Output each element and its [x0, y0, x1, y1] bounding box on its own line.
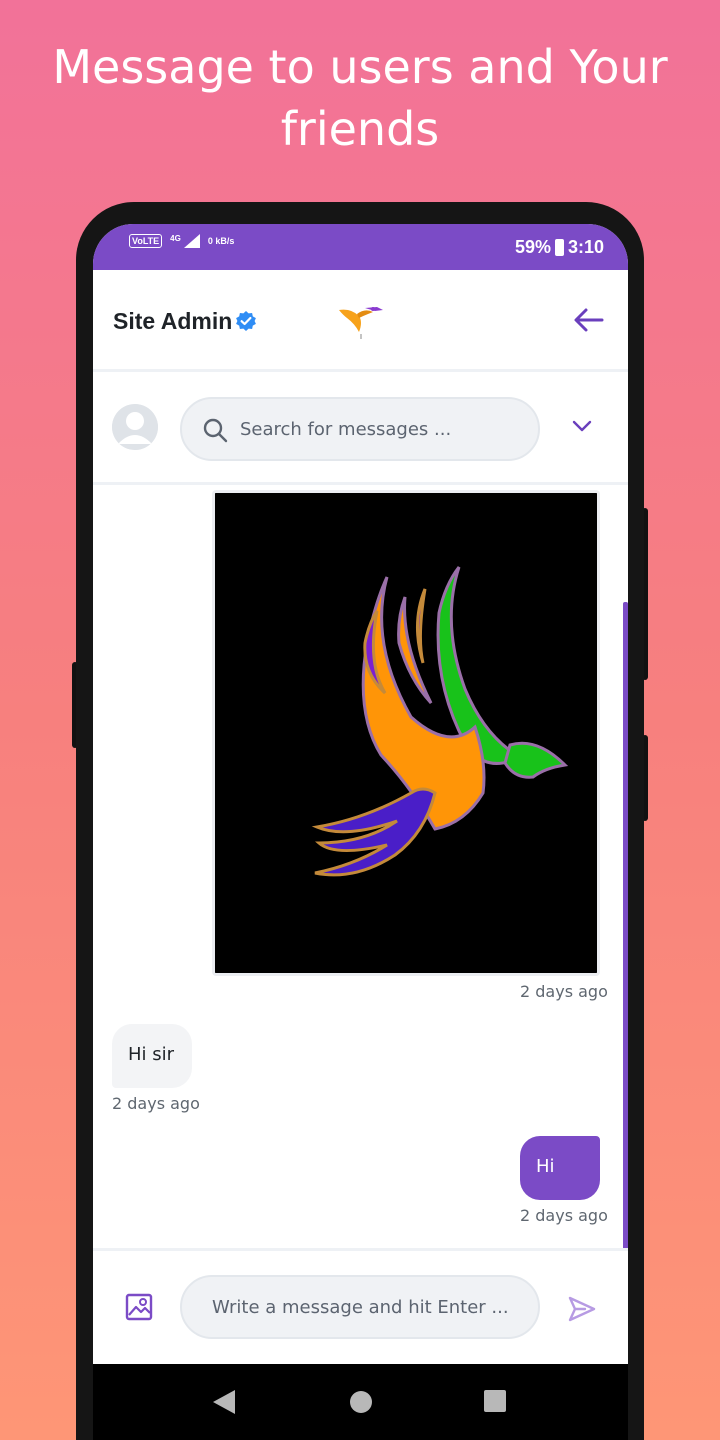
nav-recents-icon[interactable]	[484, 1390, 506, 1412]
scrollbar[interactable]	[623, 602, 628, 1252]
contact-name[interactable]: Site Admin	[113, 308, 232, 335]
image-attach-icon[interactable]	[125, 1293, 153, 1326]
outgoing-message-bubble[interactable]: Hi	[520, 1136, 600, 1200]
network-4g-icon: 4G	[170, 234, 200, 248]
avatar[interactable]	[112, 404, 158, 450]
message-input[interactable]	[212, 1292, 512, 1322]
bird-logo-icon	[337, 304, 385, 345]
message-input-box[interactable]	[180, 1275, 540, 1339]
send-icon[interactable]	[567, 1295, 597, 1328]
battery-percent: 59%	[514, 237, 551, 257]
nav-back-icon[interactable]	[213, 1390, 235, 1419]
search-icon	[202, 417, 228, 448]
nav-home-icon[interactable]	[350, 1391, 372, 1413]
message-list[interactable]: 2 days ago Hi sir 2 days ago Hi 2 days a…	[93, 488, 628, 1252]
promo-headline: Message to users and Your friends	[52, 40, 668, 156]
message-timestamp: 2 days ago	[112, 1094, 200, 1113]
app-screen: VoLTE 4G 0 kB/s 59% 3:10 Site Admin Sear…	[93, 224, 628, 1440]
bird-logo-image	[215, 493, 597, 973]
message-composer	[93, 1248, 628, 1364]
status-time: 3:10	[567, 237, 604, 257]
volte-icon: VoLTE	[129, 234, 163, 248]
message-text: Hi	[536, 1156, 555, 1177]
status-bar: VoLTE 4G 0 kB/s 59% 3:10	[93, 224, 628, 270]
chat-toolbar	[93, 375, 628, 485]
data-speed-indicator: 0 kB/s	[207, 236, 235, 246]
search-box[interactable]	[180, 397, 540, 461]
incoming-message-bubble[interactable]: Hi sir	[112, 1024, 192, 1088]
system-navigation-bar	[93, 1364, 628, 1440]
message-timestamp: 2 days ago	[520, 1206, 608, 1225]
message-text: Hi sir	[128, 1044, 175, 1065]
battery-icon	[554, 239, 564, 256]
verified-badge-icon	[235, 310, 257, 337]
message-timestamp: 2 days ago	[520, 982, 608, 1001]
image-message[interactable]	[212, 490, 600, 976]
search-input[interactable]	[240, 413, 520, 445]
chevron-down-icon[interactable]	[571, 419, 593, 438]
arrow-left-icon[interactable]	[573, 306, 605, 339]
chat-header: Site Admin	[93, 270, 628, 372]
